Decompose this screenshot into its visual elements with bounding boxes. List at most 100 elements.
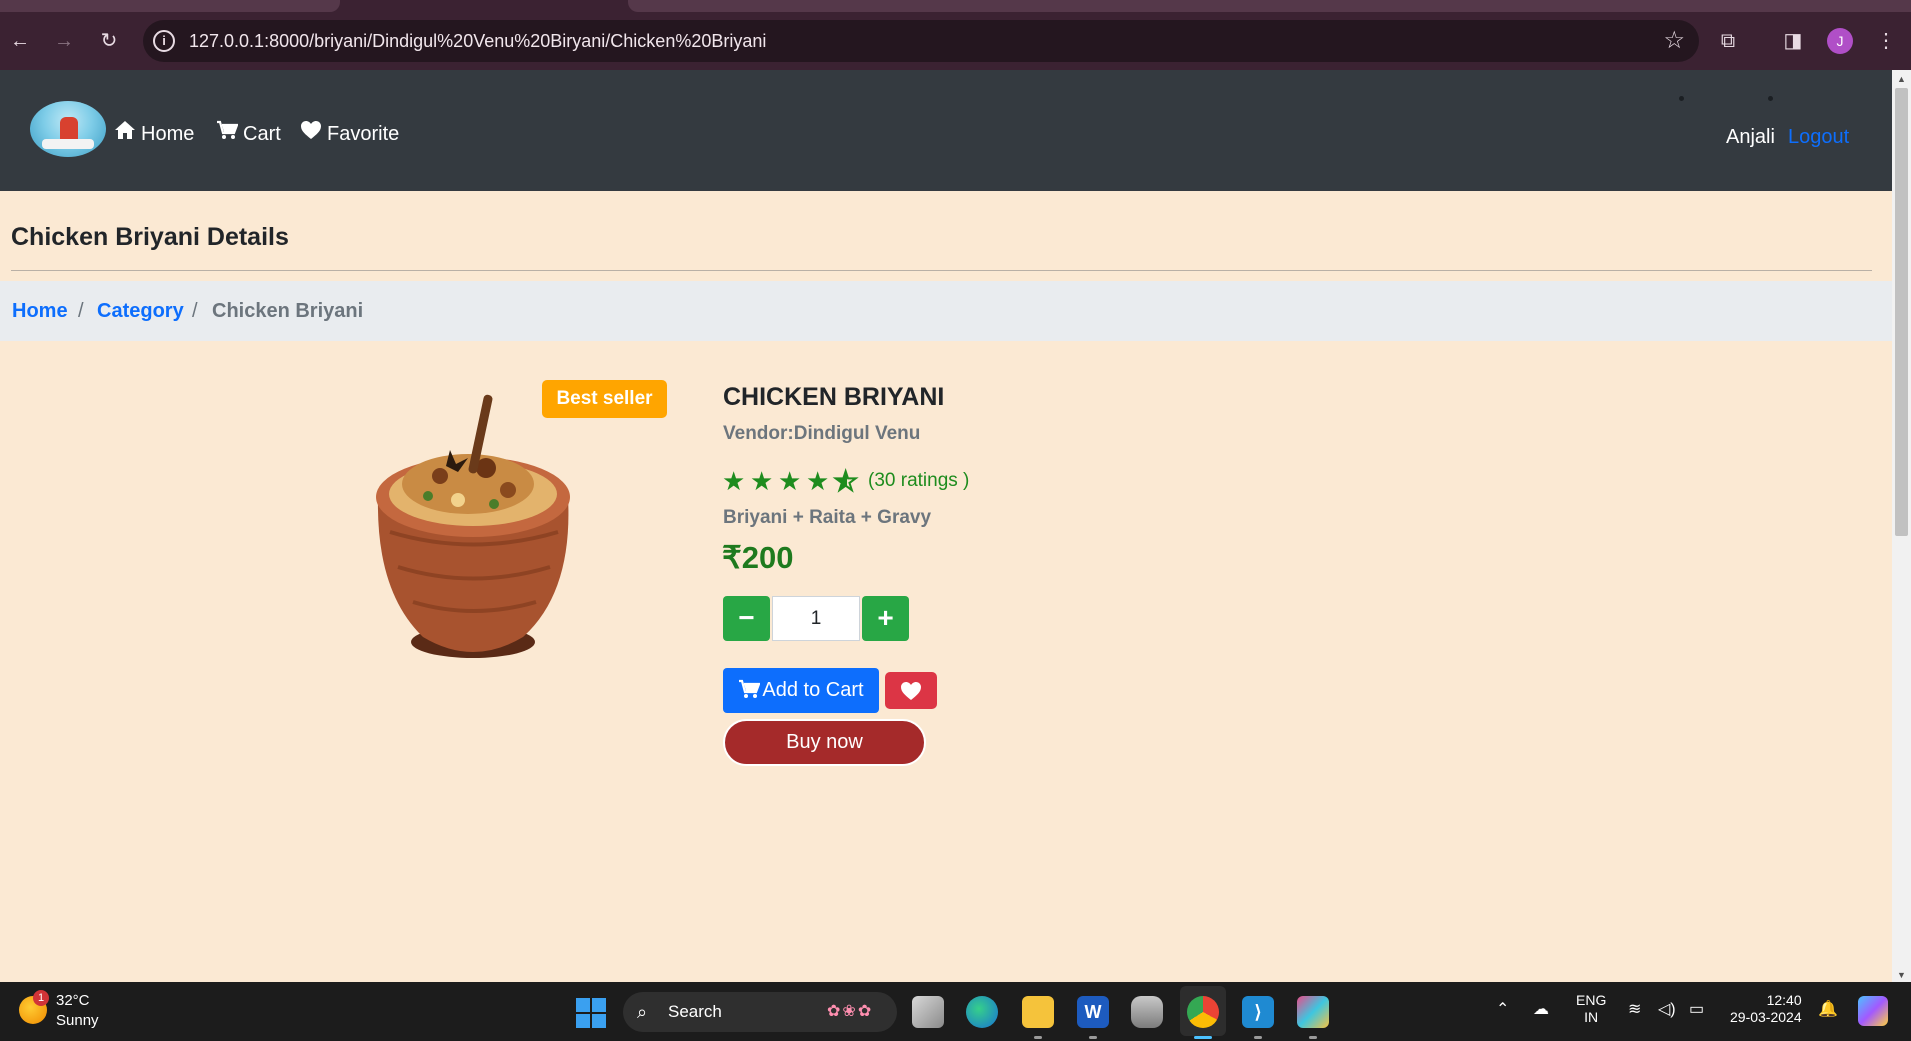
- weather-badge: 1: [33, 990, 49, 1006]
- heart-icon: [901, 682, 921, 700]
- app-running-indicator: [1194, 1036, 1212, 1039]
- buy-now-button[interactable]: Buy now: [723, 719, 926, 766]
- divider: [11, 270, 1872, 271]
- breadcrumb-separator: /: [192, 300, 198, 322]
- app-running-indicator: [1254, 1036, 1262, 1039]
- taskbar: 1 32°C Sunny ⌕ Search ✿❀✿ W ⟩ ⌃ ☁ ENG IN…: [0, 982, 1911, 1041]
- taskbar-search[interactable]: ⌕ Search ✿❀✿: [623, 992, 897, 1032]
- cart-icon: [739, 679, 761, 698]
- star-half-icon: ★ ★: [833, 466, 858, 496]
- product-description: Briyani + Raita + Gravy: [723, 507, 932, 528]
- wifi-icon[interactable]: ≋: [1628, 1000, 1641, 1020]
- scroll-up-icon[interactable]: ▲: [1892, 74, 1911, 84]
- star-full-icon: ★: [722, 466, 746, 496]
- nav-favorite-label: Favorite: [327, 123, 400, 145]
- decorative-dot: [1768, 96, 1773, 101]
- search-icon: ⌕: [637, 1002, 648, 1022]
- region-code: IN: [1584, 1009, 1599, 1025]
- nav-home-link[interactable]: Home: [114, 120, 194, 146]
- url-text[interactable]: 127.0.0.1:8000/briyani/Dindigul%20Venu%2…: [189, 30, 766, 52]
- copilot-icon[interactable]: [1858, 996, 1888, 1026]
- decorative-dot: [1679, 96, 1684, 101]
- add-to-favorite-button[interactable]: [885, 672, 937, 709]
- weather-temperature[interactable]: 32°C: [56, 992, 90, 1010]
- word-icon[interactable]: W: [1077, 996, 1109, 1028]
- taskbar-search-label: Search: [668, 1002, 722, 1021]
- bookmark-star-icon[interactable]: ☆: [1663, 28, 1685, 54]
- product-name: CHICKEN BRIYANI: [723, 383, 945, 411]
- logo-rider-shape: [60, 117, 78, 141]
- product-vendor: Vendor:Dindigul Venu: [723, 423, 921, 444]
- site-logo[interactable]: [30, 101, 106, 157]
- tab-strip: [0, 0, 1911, 12]
- page-scrollbar[interactable]: ▲ ▼: [1892, 70, 1911, 982]
- cloud-icon[interactable]: ☁: [1533, 1000, 1549, 1020]
- logo-scooter-shape: [42, 139, 94, 149]
- system-clock[interactable]: 12:40 29-03-2024: [1730, 992, 1802, 1026]
- menu-kebab-icon[interactable]: ⋮: [1873, 28, 1899, 54]
- scroll-down-icon[interactable]: ▼: [1892, 970, 1911, 980]
- nav-cart-link[interactable]: Cart: [216, 120, 281, 146]
- profile-avatar[interactable]: J: [1827, 28, 1853, 54]
- breadcrumb-category-link[interactable]: Category: [97, 299, 184, 323]
- nav-home-label: Home: [141, 123, 195, 145]
- windows-start-icon[interactable]: [576, 998, 606, 1028]
- file-explorer-icon[interactable]: [1022, 996, 1054, 1028]
- notification-bell-icon[interactable]: 🔔: [1818, 1000, 1838, 1020]
- battery-icon[interactable]: ▭: [1689, 1000, 1704, 1020]
- browser-tab-area: [628, 0, 1911, 12]
- breadcrumb-separator: /: [78, 300, 84, 322]
- product-rating: ★ ★ ★ ★ ★ ★ (30 ratings ): [722, 466, 970, 496]
- database-icon[interactable]: [1131, 996, 1163, 1028]
- add-to-cart-button[interactable]: Add to Cart: [723, 668, 879, 713]
- quantity-decrement-button[interactable]: −: [723, 596, 770, 641]
- app-running-indicator: [1089, 1036, 1097, 1039]
- product-image: [376, 394, 570, 658]
- side-panel-icon[interactable]: ◨: [1780, 28, 1806, 54]
- quantity-input[interactable]: [772, 596, 860, 641]
- star-full-icon: ★: [806, 466, 830, 496]
- site-navbar: Home Cart Favorite Anjali Logout: [0, 70, 1892, 191]
- product-price: ₹200: [722, 540, 794, 575]
- nav-cart-label: Cart: [243, 123, 281, 145]
- browser-tab[interactable]: [0, 0, 340, 12]
- chevron-up-icon[interactable]: ⌃: [1496, 1000, 1509, 1020]
- ratings-count: (30 ratings ): [868, 470, 970, 491]
- heart-icon: [301, 121, 321, 139]
- best-seller-badge: Best seller: [542, 380, 667, 418]
- search-highlight-icon: ✿❀✿: [827, 1003, 874, 1020]
- site-info-icon[interactable]: i: [153, 30, 175, 52]
- scrollbar-thumb[interactable]: [1895, 88, 1908, 536]
- home-icon: [115, 121, 135, 139]
- task-view-icon[interactable]: [912, 996, 944, 1028]
- nav-favorite-link[interactable]: Favorite: [300, 120, 399, 146]
- address-bar[interactable]: i 127.0.0.1:8000/briyani/Dindigul%20Venu…: [143, 20, 1699, 62]
- forward-icon[interactable]: →: [51, 28, 77, 54]
- app-running-indicator: [1309, 1036, 1317, 1039]
- extensions-icon[interactable]: ⧉: [1715, 28, 1741, 54]
- star-full-icon: ★: [750, 466, 774, 496]
- clock-date: 29-03-2024: [1730, 1009, 1802, 1025]
- add-to-cart-label: Add to Cart: [762, 679, 864, 701]
- volume-icon[interactable]: ◁): [1658, 1000, 1676, 1020]
- reload-icon[interactable]: ↻: [96, 28, 122, 54]
- page-title: Chicken Briyani Details: [11, 223, 289, 251]
- weather-condition[interactable]: Sunny: [56, 1012, 99, 1030]
- breadcrumb-home-link[interactable]: Home: [12, 299, 68, 323]
- edge-icon[interactable]: [966, 996, 998, 1028]
- chrome-icon[interactable]: [1187, 996, 1219, 1028]
- logout-link[interactable]: Logout: [1788, 125, 1849, 149]
- back-icon[interactable]: ←: [7, 28, 33, 54]
- breadcrumb-current: Chicken Briyani: [212, 300, 364, 322]
- star-full-icon: ★: [778, 466, 802, 496]
- app-running-indicator: [1034, 1036, 1042, 1039]
- browser-toolbar: ← → ↻ i 127.0.0.1:8000/briyani/Dindigul%…: [0, 12, 1911, 70]
- vscode-icon[interactable]: ⟩: [1242, 996, 1274, 1028]
- breadcrumb: Home / Category / Chicken Briyani: [0, 281, 1892, 341]
- quantity-increment-button[interactable]: +: [862, 596, 909, 641]
- username-label: Anjali: [1726, 126, 1775, 148]
- language-code: ENG: [1576, 992, 1607, 1008]
- git-client-icon[interactable]: [1297, 996, 1329, 1028]
- cart-icon: [217, 120, 238, 139]
- language-indicator[interactable]: ENG IN: [1576, 992, 1606, 1026]
